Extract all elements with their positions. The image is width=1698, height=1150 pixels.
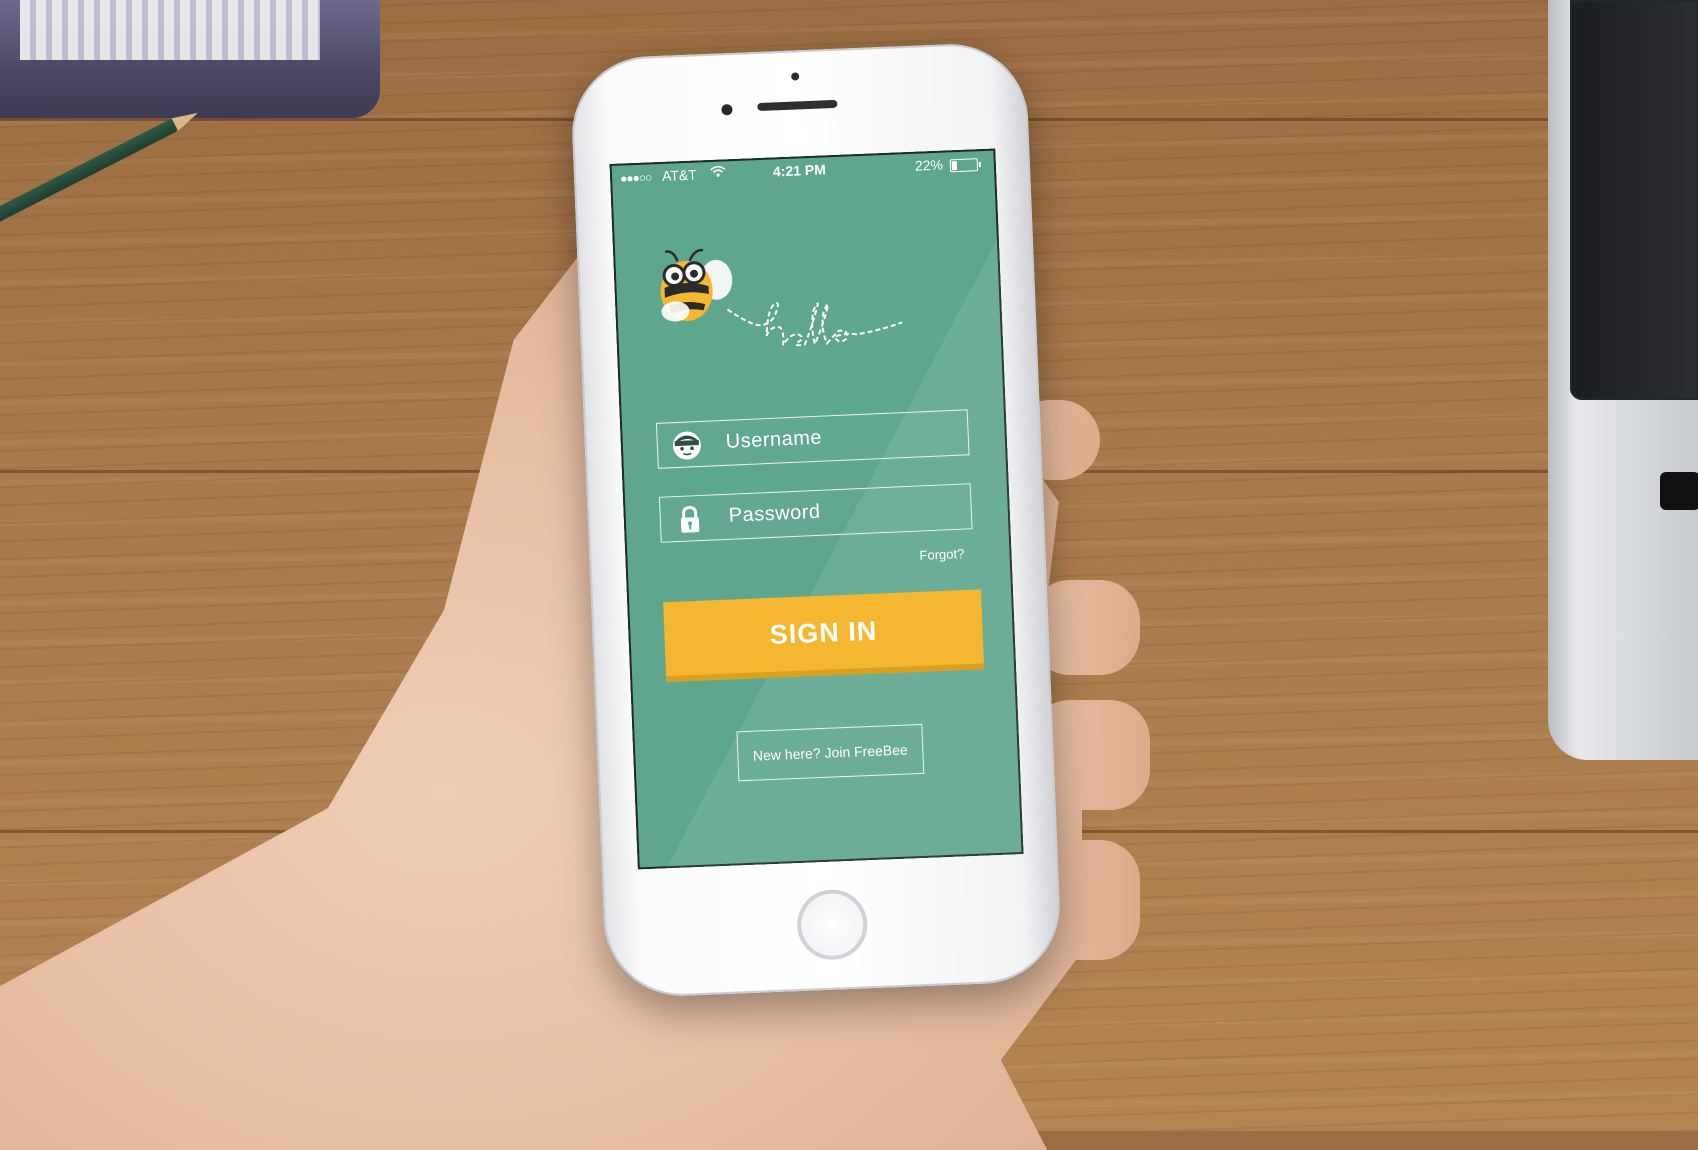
wifi-icon	[710, 165, 727, 181]
login-screen: ●●●○○ AT&T 4:21 PM 22% Username Password…	[609, 148, 1024, 870]
forgot-password-link[interactable]: Forgot?	[919, 546, 964, 563]
desk-organizer-box	[0, 0, 380, 118]
hello-script-logo	[726, 302, 903, 347]
user-avatar-icon	[672, 431, 701, 460]
sign-in-button[interactable]: SIGN IN	[663, 589, 984, 677]
camera-icon	[791, 72, 800, 81]
earpiece-speaker	[757, 99, 838, 112]
status-time: 4:21 PM	[772, 161, 827, 180]
battery-icon	[949, 158, 979, 173]
laptop	[1548, 0, 1698, 760]
home-button[interactable]	[795, 888, 869, 962]
iphone-device: ●●●○○ AT&T 4:21 PM 22% Username Password…	[569, 41, 1063, 999]
username-placeholder: Username	[725, 426, 823, 453]
front-sensor	[721, 104, 733, 116]
password-placeholder: Password	[728, 500, 821, 527]
lock-icon	[680, 506, 700, 533]
carrier-name: AT&T	[661, 166, 698, 184]
battery-percent: 22%	[914, 156, 944, 174]
signal-strength-icon: ●●●○○	[619, 170, 652, 186]
join-freebee-button[interactable]: New here? Join FreeBee	[736, 723, 925, 782]
